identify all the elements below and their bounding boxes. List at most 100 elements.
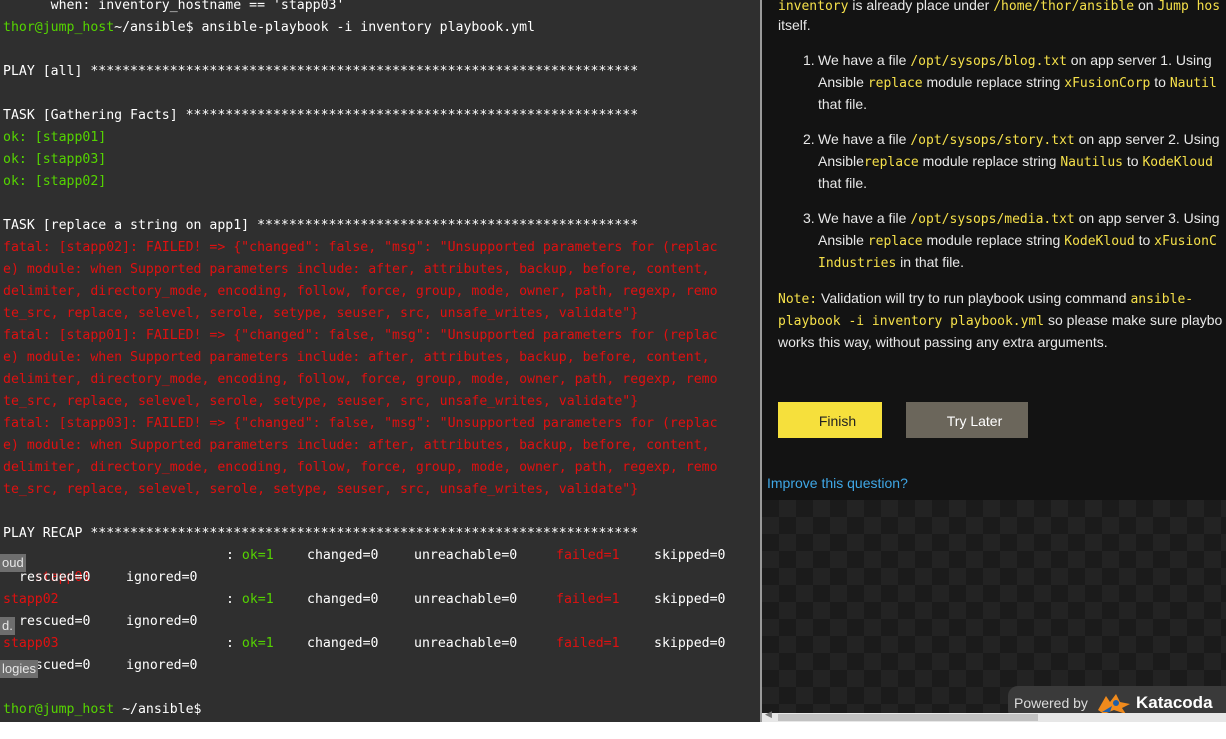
inline-code: Nautil bbox=[1169, 76, 1217, 91]
task-item-3-line-2: Ansible replace module replace string Ko… bbox=[818, 232, 1217, 249]
inline-code: /opt/sysops/blog.txt bbox=[910, 54, 1067, 69]
intro-text: is already place under bbox=[848, 0, 994, 13]
task-item-2-line-2: Ansiblereplace module replace string Nau… bbox=[818, 153, 1213, 170]
task-item-1-line-3: that file. bbox=[818, 96, 868, 112]
task-item-3-line-3: Industries in that file. bbox=[818, 254, 964, 271]
bottom-strip bbox=[0, 722, 1226, 739]
terminal-line: TASK [Gathering Facts] *****************… bbox=[3, 108, 639, 123]
note-line-3: works this way, without passing any extr… bbox=[778, 334, 1108, 350]
terminal-line: ok: [stapp03] bbox=[3, 152, 107, 167]
terminal-error-line: delimiter, directory_mode, encoding, fol… bbox=[3, 460, 718, 475]
task-item-2-number: 2. bbox=[803, 131, 815, 147]
terminal-final-prompt: thor@jump_host ~/ansible$ bbox=[3, 699, 202, 721]
recap-stats: : ok=1 bbox=[226, 592, 274, 607]
overlay-tag: logies bbox=[0, 660, 38, 678]
recap-unreachable: unreachable=0 bbox=[414, 548, 518, 563]
recap-host: stapp02 bbox=[3, 592, 59, 607]
scroll-left-arrow-icon[interactable]: ◀ bbox=[765, 710, 772, 720]
recap-ignored: ignored=0 bbox=[126, 658, 198, 673]
task-item-2-line-3: that file. bbox=[818, 175, 868, 191]
prompt-user: thor@jump_host bbox=[3, 702, 115, 717]
recap-ignored: ignored=0 bbox=[126, 570, 198, 585]
inline-code: /opt/sysops/media.txt bbox=[910, 212, 1075, 227]
inline-code: Industries bbox=[818, 256, 897, 271]
terminal-error-line: te_src, replace, selevel, serole, setype… bbox=[3, 394, 639, 409]
recap-unreachable: unreachable=0 bbox=[414, 636, 518, 651]
terminal-error-line: fatal: [stapp02]: FAILED! => {"changed":… bbox=[3, 240, 718, 255]
improve-question-link[interactable]: Improve this question? bbox=[767, 474, 908, 492]
overlay-tag: oud bbox=[0, 554, 26, 572]
recap-ok: ok=1 bbox=[241, 592, 274, 607]
prompt-path: ~/ansible$ bbox=[114, 702, 202, 717]
task-item-1-line-2: Ansible replace module replace string xF… bbox=[818, 74, 1217, 91]
inline-code: inventory bbox=[778, 0, 849, 14]
recap-ok: ok=1 bbox=[241, 636, 274, 651]
inline-code: /home/thor/ansible bbox=[993, 0, 1135, 14]
prompt-command: ~/ansible$ ansible-playbook -i inventory… bbox=[114, 20, 535, 35]
inline-code: replace bbox=[863, 155, 919, 170]
intro-line-2: itself. bbox=[778, 17, 811, 33]
inline-code: xFusionC bbox=[1154, 234, 1217, 249]
recap-failed: failed=1 bbox=[556, 592, 620, 607]
terminal-error-line: delimiter, directory_mode, encoding, fol… bbox=[3, 284, 718, 299]
task-item-2-line-1: We have a file /opt/sysops/story.txt on … bbox=[818, 131, 1220, 148]
overlay-tag: d. bbox=[0, 617, 15, 635]
inline-code: replace bbox=[867, 76, 923, 91]
recap-failed: failed=1 bbox=[556, 548, 620, 563]
inline-code: KodeKloud bbox=[1064, 234, 1135, 249]
terminal-line: PLAY RECAP *****************************… bbox=[3, 526, 639, 541]
scrollbar-thumb[interactable] bbox=[778, 714, 1038, 721]
terminal-error-line: e) module: when Supported parameters inc… bbox=[3, 438, 710, 453]
recap-host: stapp03 bbox=[3, 636, 59, 651]
terminal-error-line: fatal: [stapp03]: FAILED! => {"changed":… bbox=[3, 416, 718, 431]
terminal-error-line: te_src, replace, selevel, serole, setype… bbox=[3, 482, 639, 497]
terminal-error-line: fatal: [stapp01]: FAILED! => {"changed":… bbox=[3, 328, 718, 343]
intro-text: on bbox=[1134, 0, 1158, 13]
note-label: Note: bbox=[778, 292, 818, 307]
recap-skipped: skipped=0 bbox=[654, 636, 726, 651]
terminal-line: PLAY [all] *****************************… bbox=[3, 64, 639, 79]
recap-skipped: skipped=0 bbox=[654, 548, 726, 563]
recap-failed: failed=1 bbox=[556, 636, 620, 651]
terminal-line: TASK [replace a string on app1] ********… bbox=[3, 218, 639, 233]
recap-unreachable: unreachable=0 bbox=[414, 592, 518, 607]
note-line-2: playbook -i inventory playbook.yml so pl… bbox=[778, 312, 1223, 329]
recap-ok: ok=1 bbox=[241, 548, 274, 563]
recap-stats: : ok=1 bbox=[226, 636, 274, 651]
try-later-button[interactable]: Try Later bbox=[906, 402, 1028, 438]
finish-button[interactable]: Finish bbox=[778, 402, 882, 438]
recap-rescued: rescued=0 bbox=[19, 614, 91, 629]
terminal-error-line: te_src, replace, selevel, serole, setype… bbox=[3, 306, 639, 321]
recap-changed: changed=0 bbox=[307, 636, 379, 651]
inline-code: KodeKloud bbox=[1142, 155, 1213, 170]
inline-code: /opt/sysops/story.txt bbox=[910, 133, 1075, 148]
task-item-1-line-1: We have a file /opt/sysops/blog.txt on a… bbox=[818, 52, 1212, 69]
task-item-1-number: 1. bbox=[803, 52, 815, 68]
task-item-3-line-1: We have a file /opt/sysops/media.txt on … bbox=[818, 210, 1220, 227]
recap-ignored: ignored=0 bbox=[126, 614, 198, 629]
intro-line-1: inventory is already place under /home/t… bbox=[778, 0, 1220, 18]
inline-code: Nautilus bbox=[1060, 155, 1123, 170]
inline-code: playbook -i inventory playbook.yml bbox=[778, 314, 1045, 329]
horizontal-scrollbar[interactable]: ◀ bbox=[762, 710, 1226, 722]
inline-code: xFusionCorp bbox=[1064, 76, 1151, 91]
task-item-3-number: 3. bbox=[803, 210, 815, 226]
recap-skipped: skipped=0 bbox=[654, 592, 726, 607]
inline-code: replace bbox=[867, 234, 923, 249]
recap-changed: changed=0 bbox=[307, 548, 379, 563]
inline-code: ansible- bbox=[1130, 292, 1194, 307]
prompt-user: thor@jump_host bbox=[3, 20, 115, 35]
note-line-1: Note: Validation will try to run playboo… bbox=[778, 290, 1194, 307]
inline-code: Jump hos bbox=[1157, 0, 1221, 14]
recap-changed: changed=0 bbox=[307, 592, 379, 607]
terminal-prompt-line: thor@jump_host~/ansible$ ansible-playboo… bbox=[3, 17, 535, 39]
recap-stats: : ok=1 bbox=[226, 548, 274, 563]
terminal-line: ok: [stapp01] bbox=[3, 130, 107, 145]
terminal-line: when: inventory_hostname == 'stapp03' bbox=[3, 0, 345, 13]
terminal-error-line: e) module: when Supported parameters inc… bbox=[3, 262, 710, 277]
terminal-line: ok: [stapp02] bbox=[3, 174, 107, 189]
terminal-error-line: delimiter, directory_mode, encoding, fol… bbox=[3, 372, 718, 387]
terminal-error-line: e) module: when Supported parameters inc… bbox=[3, 350, 710, 365]
recap-rescued: rescued=0 bbox=[19, 570, 91, 585]
terminal[interactable]: when: inventory_hostname == 'stapp03' th… bbox=[0, 0, 760, 722]
